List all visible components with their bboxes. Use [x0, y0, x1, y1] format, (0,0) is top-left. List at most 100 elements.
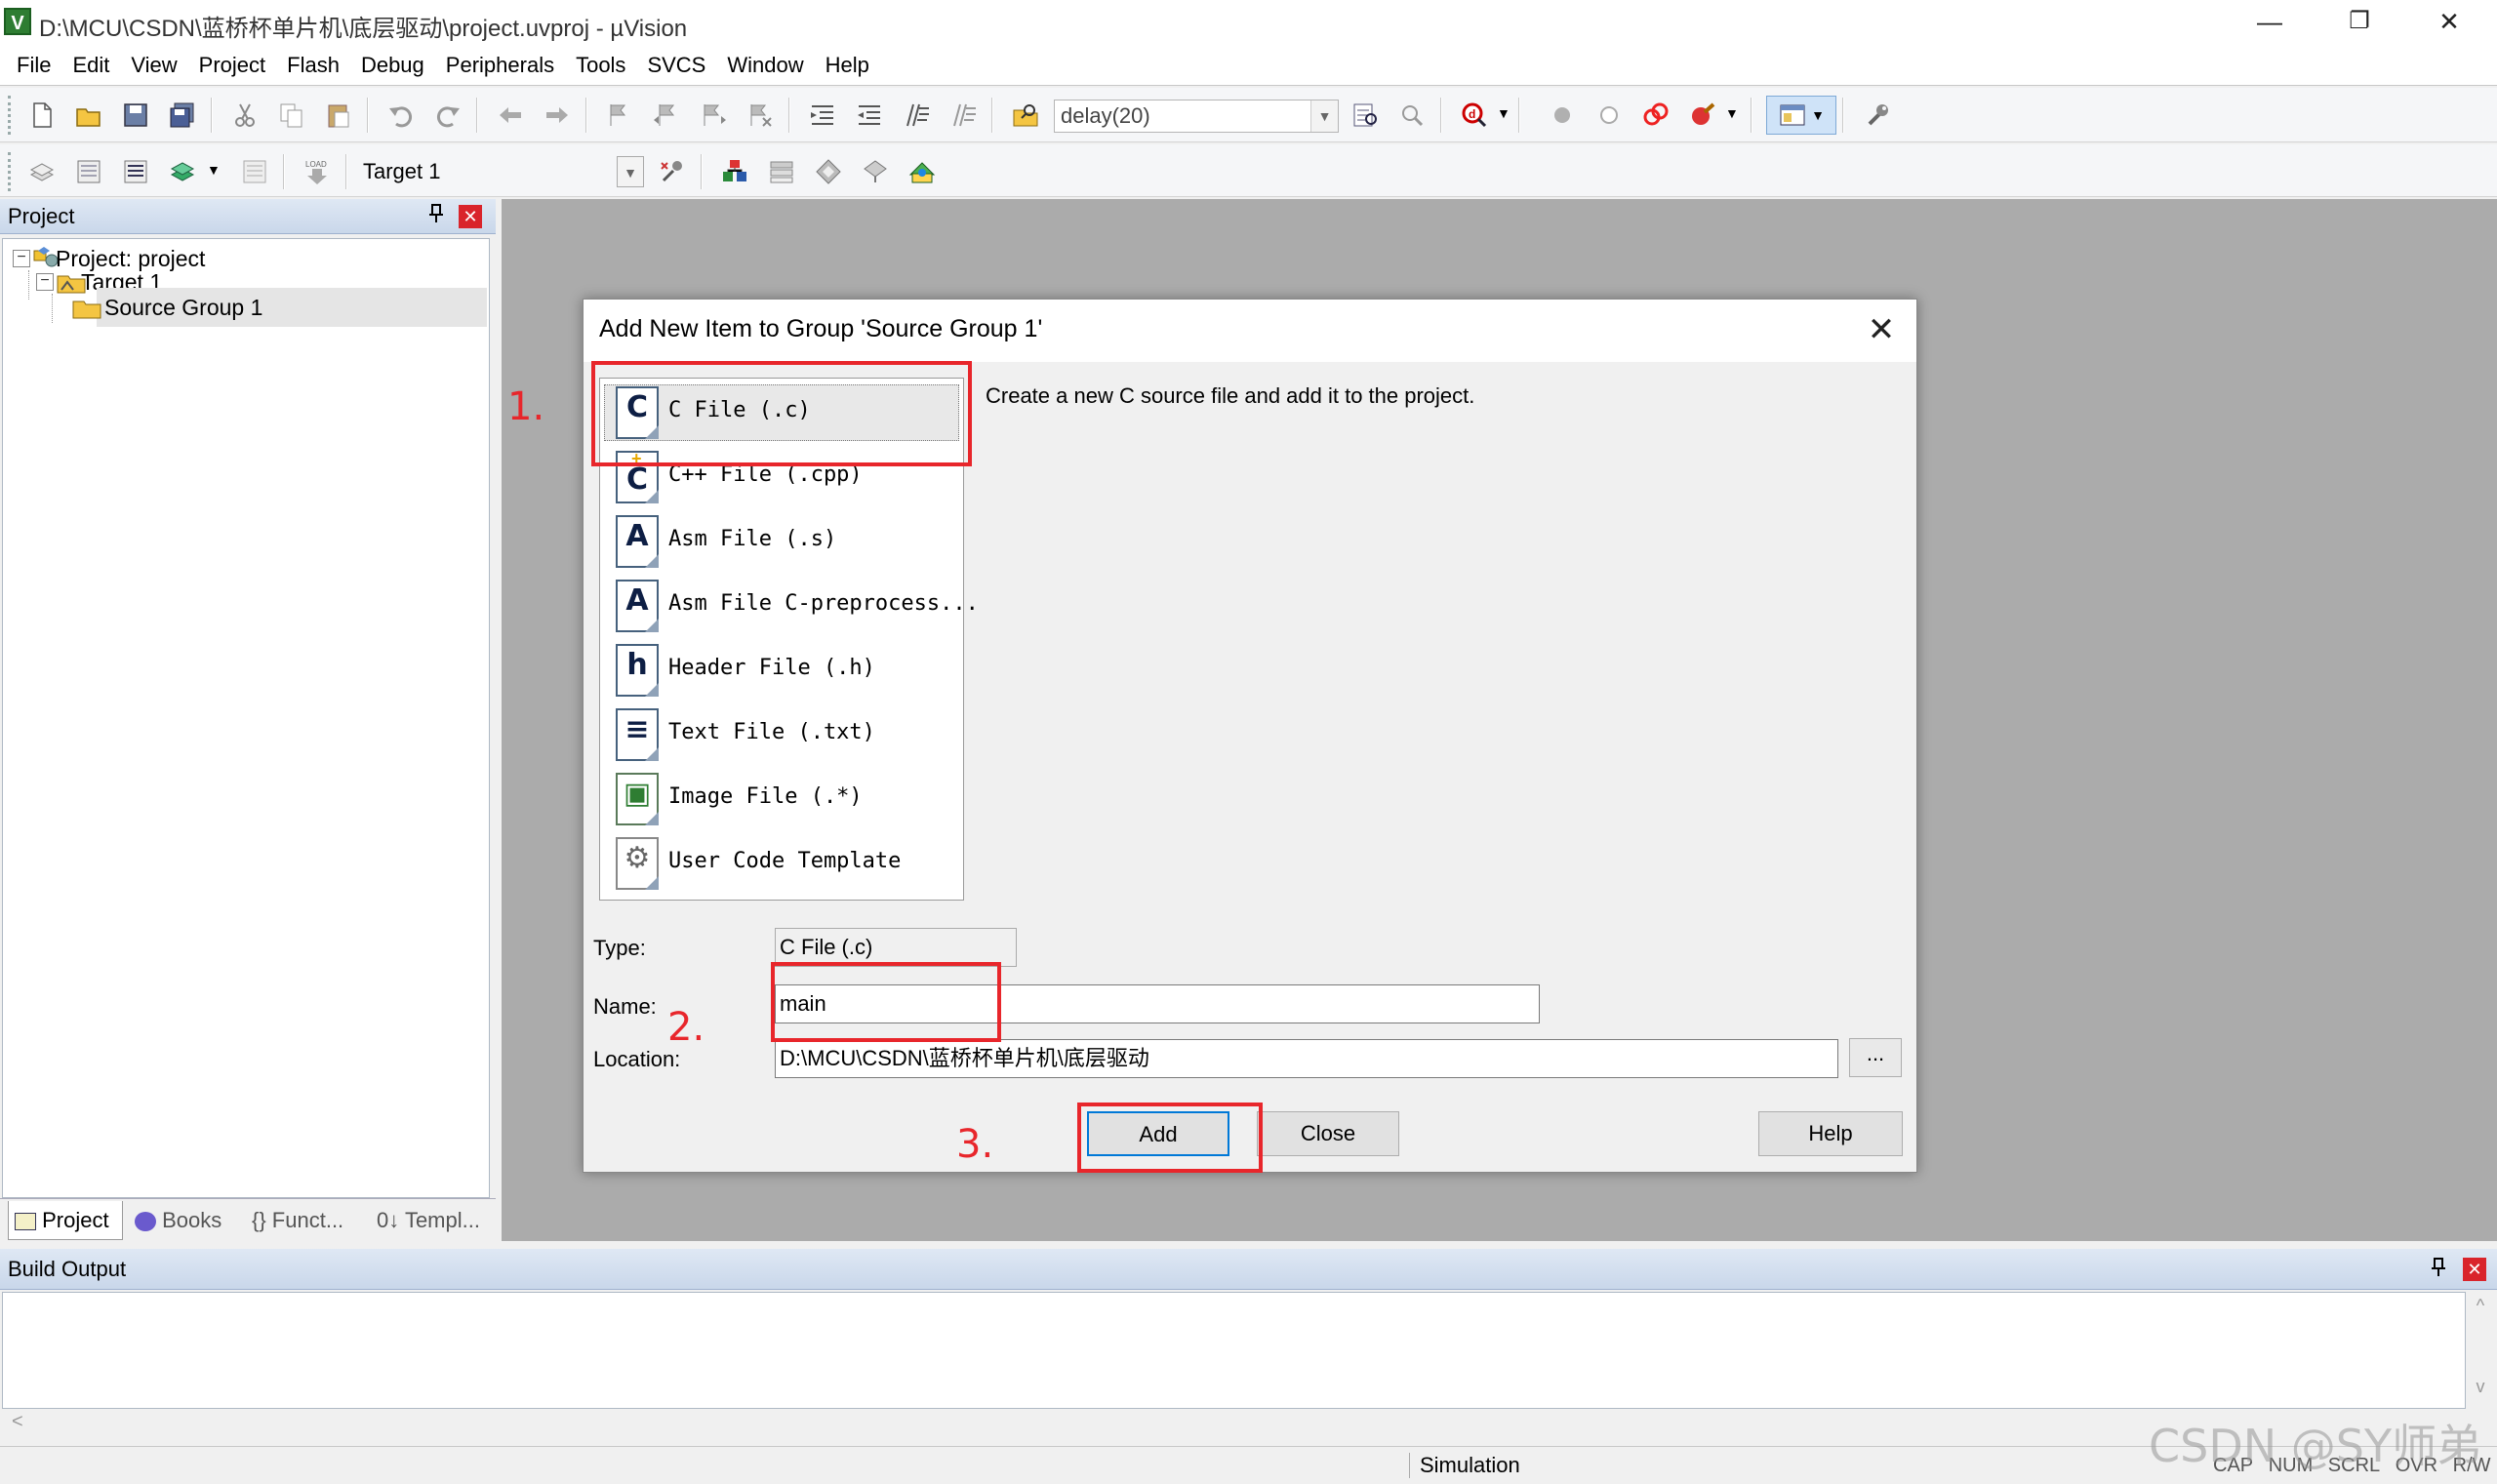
vertical-scrollbar[interactable]: ^ v [2467, 1292, 2494, 1409]
breakpoint-clear-icon[interactable] [1682, 96, 1723, 135]
debug-session-icon[interactable]: d [1454, 96, 1495, 135]
menu-tools[interactable]: Tools [565, 47, 636, 85]
target-options-icon[interactable] [652, 152, 693, 191]
configure-icon[interactable] [1858, 96, 1899, 135]
close-button[interactable]: Close [1257, 1111, 1399, 1156]
file-extensions-icon[interactable] [714, 152, 755, 191]
open-file-icon[interactable] [68, 96, 109, 135]
stop-build-icon[interactable] [234, 152, 275, 191]
horizontal-scrollbar[interactable]: < [2, 1409, 2466, 1434]
breakpoint-disable-icon[interactable] [1589, 96, 1630, 135]
pack-installer-icon[interactable] [855, 152, 896, 191]
tree-collapse-toggle[interactable]: − [13, 250, 30, 267]
window-close-button[interactable]: ✕ [2404, 0, 2494, 45]
tree-item-source-group[interactable]: Source Group 1 [72, 288, 487, 327]
save-icon[interactable] [115, 96, 156, 135]
tab-label: 0↓ Templ... [377, 1208, 480, 1232]
rebuild-icon[interactable] [115, 152, 156, 191]
list-item-asm-file[interactable]: A Asm File (.s) [600, 507, 963, 572]
incremental-find-icon[interactable] [1391, 96, 1432, 135]
pin-icon[interactable] [2426, 1257, 2451, 1282]
status-bar: Simulation CAP NUM SCRL OVR R/W [0, 1446, 2497, 1484]
window-layout-icon[interactable]: ▼ [1766, 96, 1836, 135]
menu-peripherals[interactable]: Peripherals [435, 47, 565, 85]
menu-project[interactable]: Project [188, 47, 276, 85]
restore-button[interactable]: ❐ [2315, 0, 2404, 45]
title-bar: V D:\MCU\CSDN\蓝桥杯单片机\底层驱动\project.uvproj… [0, 0, 2497, 47]
bookmark-clear-icon[interactable] [740, 96, 781, 135]
scroll-down-icon[interactable]: v [2467, 1377, 2494, 1397]
find-in-files-icon[interactable] [1005, 96, 1046, 135]
run-time-environment-icon[interactable] [902, 152, 943, 191]
menu-window[interactable]: Window [716, 47, 814, 85]
cut-icon[interactable] [224, 96, 265, 135]
target-combo[interactable]: Target 1 ▼ [357, 156, 644, 189]
dialog-close-icon[interactable]: ✕ [1852, 307, 1911, 354]
breakpoint-dropdown-icon[interactable]: ▼ [1725, 105, 1739, 121]
redo-icon[interactable] [427, 96, 468, 135]
list-item-asm-preprocess-file[interactable]: A Asm File C-preprocess... [600, 572, 979, 636]
menu-view[interactable]: View [120, 47, 187, 85]
build-output-close-button[interactable]: ✕ [2463, 1258, 2486, 1281]
menu-help[interactable]: Help [815, 47, 880, 85]
manage-components-icon[interactable] [761, 152, 802, 191]
nav-forward-icon[interactable] [537, 96, 578, 135]
list-item-label: Image File (.*) [668, 784, 863, 809]
list-item-user-code-template[interactable]: ⚙ User Code Template [600, 829, 963, 894]
find-combo[interactable]: delay(20) ▼ [1054, 100, 1339, 133]
copy-icon[interactable] [271, 96, 312, 135]
svg-text:LOAD: LOAD [305, 160, 327, 169]
find-combo-dropdown[interactable]: ▼ [1310, 100, 1338, 132]
target-combo-value: Target 1 [363, 159, 441, 183]
uncomment-icon[interactable] [943, 96, 984, 135]
tab-project[interactable]: Project [8, 1201, 123, 1240]
tab-books[interactable]: Books [129, 1201, 240, 1240]
location-input[interactable]: D:\MCU\CSDN\蓝桥杯单片机\底层驱动 [775, 1039, 1838, 1078]
comment-icon[interactable] [896, 96, 937, 135]
help-button[interactable]: Help [1758, 1111, 1903, 1156]
tab-functions[interactable]: {} Funct... [246, 1201, 367, 1240]
select-packs-icon[interactable] [808, 152, 849, 191]
bookmark-prev-icon[interactable] [646, 96, 687, 135]
new-file-icon[interactable] [21, 96, 62, 135]
toolbar-grip[interactable] [8, 96, 16, 135]
find-icon[interactable] [1345, 96, 1386, 135]
list-item-image-file[interactable]: ▣ Image File (.*) [600, 765, 963, 829]
indent-icon[interactable] [802, 96, 843, 135]
tree-collapse-toggle[interactable]: − [36, 273, 54, 291]
bookmark-icon[interactable] [599, 96, 640, 135]
paste-icon[interactable] [318, 96, 359, 135]
unindent-icon[interactable] [849, 96, 890, 135]
books-icon [135, 1212, 156, 1232]
batch-build-dropdown-icon[interactable]: ▼ [207, 162, 221, 178]
pin-icon[interactable] [423, 203, 449, 228]
undo-icon[interactable] [381, 96, 422, 135]
bookmark-next-icon[interactable] [693, 96, 734, 135]
breakpoint-kill-icon[interactable] [1635, 96, 1676, 135]
target-combo-dropdown[interactable]: ▼ [617, 156, 644, 187]
download-icon[interactable]: LOAD [297, 152, 338, 191]
debug-dropdown-icon[interactable]: ▼ [1497, 105, 1510, 121]
build-icon[interactable] [68, 152, 109, 191]
project-tree: − Project: project − Target 1 Source Gro… [2, 238, 490, 1198]
list-item-text-file[interactable]: ≡ Text File (.txt) [600, 701, 963, 765]
build-output-text[interactable] [2, 1292, 2466, 1409]
toolbar-grip[interactable] [8, 152, 16, 191]
menu-flash[interactable]: Flash [276, 47, 350, 85]
scroll-up-icon[interactable]: ^ [2467, 1296, 2494, 1316]
save-all-icon[interactable] [162, 96, 203, 135]
menu-edit[interactable]: Edit [61, 47, 120, 85]
project-panel-close-button[interactable]: ✕ [459, 205, 482, 228]
batch-build-icon[interactable] [162, 152, 203, 191]
list-item-header-file[interactable]: h Header File (.h) [600, 636, 963, 701]
nav-back-icon[interactable] [490, 96, 531, 135]
menu-file[interactable]: File [6, 47, 61, 85]
minimize-button[interactable]: — [2225, 0, 2315, 45]
breakpoint-icon[interactable] [1542, 96, 1583, 135]
menu-debug[interactable]: Debug [350, 47, 435, 85]
browse-button[interactable]: ... [1849, 1038, 1902, 1077]
translate-icon[interactable] [21, 152, 62, 191]
menu-svcs[interactable]: SVCS [636, 47, 716, 85]
scroll-left-icon[interactable]: < [12, 1411, 23, 1432]
tab-templates[interactable]: 0↓ Templ... [371, 1201, 492, 1240]
